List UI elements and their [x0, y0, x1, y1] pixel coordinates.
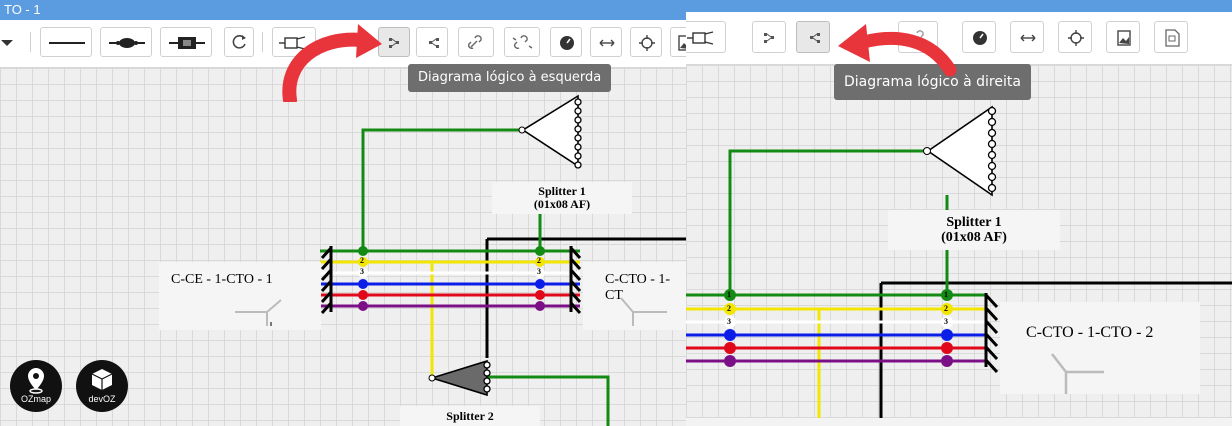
cable-symbol-icon	[1051, 353, 1104, 394]
diagram-left-button[interactable]	[752, 21, 786, 53]
link-button[interactable]	[458, 27, 494, 57]
cto-box-left[interactable]: C-CE - 1-CTO - 1	[159, 262, 321, 330]
splitter-1-shape	[926, 105, 993, 197]
splitter-1-name: Splitter 1	[538, 184, 586, 198]
fiber-number: 1	[727, 290, 731, 299]
horizontal-arrows-icon	[599, 39, 615, 47]
map-pin-icon	[28, 368, 44, 394]
cable-symbol-icon	[235, 299, 282, 326]
pdf-button[interactable]	[1154, 21, 1188, 53]
diagram-left-icon	[764, 33, 774, 43]
cto-box-right-title: C-CTO - 1-CTO - 2	[1026, 324, 1154, 341]
cable-symbol-icon	[620, 297, 667, 326]
dropdown-chevron-icon[interactable]	[0, 36, 14, 50]
draw-line-button[interactable]	[40, 27, 92, 57]
diagram-canvas[interactable]: 2 3 2 3 Splitter 1 (01x08 AF) C-CE - 1-C…	[0, 68, 686, 426]
gauge-button[interactable]	[550, 27, 582, 57]
image-button[interactable]	[670, 27, 686, 57]
diagram-right-button[interactable]	[416, 27, 448, 57]
window-title: TO - 1	[0, 0, 686, 20]
gauge-icon	[973, 31, 987, 45]
left-screenshot-panel: TO - 1 2 3 2 3 Splitter 1 (01x08 AF) C-C…	[0, 0, 686, 426]
image-icon	[1117, 30, 1131, 46]
splitter-2-name: Splitter 2	[446, 409, 494, 423]
splitter-2-shape	[429, 359, 488, 397]
image-icon	[678, 35, 686, 51]
gauge-button[interactable]	[962, 21, 996, 53]
crosshair-icon	[639, 35, 655, 51]
diagram-right-button[interactable]	[796, 21, 830, 53]
cto-box-right[interactable]: C-CTO - 1-CTO - 2	[1000, 302, 1200, 394]
cube-icon	[91, 369, 113, 390]
tooltip-diagram-left: Diagrama lógico à esquerda	[408, 64, 612, 92]
splitter-2-label-box: Splitter 2	[400, 406, 540, 426]
fiber-number: 3	[727, 317, 731, 326]
horizontal-arrows-button[interactable]	[590, 27, 622, 57]
splitter-1-ratio: (01x08 AF)	[533, 197, 591, 211]
devoz-logo: devOZ	[76, 360, 128, 412]
fiber-connector-button[interactable]	[100, 27, 152, 57]
pdf-icon	[1165, 29, 1180, 47]
plug-button[interactable]	[686, 21, 726, 53]
horizontal-arrows-icon	[1020, 34, 1036, 42]
ozmap-logo: OZmap	[10, 360, 62, 412]
red-arrow-annotation	[282, 24, 382, 102]
unlink-icon	[512, 35, 533, 49]
gauge-icon	[560, 36, 574, 50]
cable-connector-button[interactable]	[160, 27, 212, 57]
fiber-number: 2	[537, 256, 541, 265]
refresh-icon	[232, 35, 246, 49]
red-arrow-annotation	[838, 24, 957, 77]
splitter-1-ratio: (01x08 AF)	[941, 230, 1007, 245]
fiber-number: 2	[360, 256, 364, 265]
right-screenshot-panel: 1 2 3 1 2 3 Splitter 1 (01x08 AF) C-CTO …	[686, 0, 1232, 426]
cto-box-right[interactable]: C-CTO - 1-CT	[583, 262, 686, 330]
splitter-1-shape	[521, 94, 579, 168]
fiber-number: 3	[537, 267, 541, 276]
crosshair-button[interactable]	[1058, 21, 1092, 53]
fiber-dot	[358, 246, 368, 256]
yellow-fiber-path	[363, 260, 434, 378]
fiber-number: 3	[360, 267, 364, 276]
diagram-right-icon	[810, 33, 820, 43]
fiber-number: 2	[727, 304, 731, 313]
crosshair-button[interactable]	[630, 27, 662, 57]
link-icon	[468, 35, 482, 49]
window-titlebar	[686, 0, 1232, 12]
fiber-number: 2	[944, 304, 948, 313]
horizontal-arrows-button[interactable]	[1010, 21, 1044, 53]
splitter-1-label-box: Splitter 1 (01x08 AF)	[888, 210, 1060, 250]
plug-icon	[687, 31, 714, 45]
diagram-right-icon	[429, 38, 439, 48]
refresh-button[interactable]	[224, 27, 254, 57]
splitter-1-name: Splitter 1	[946, 215, 1002, 230]
image-button[interactable]	[1106, 21, 1140, 53]
line-icon	[49, 42, 85, 44]
fiber-number: 1	[944, 290, 948, 299]
fiber-number: 3	[944, 317, 948, 326]
cable-connector-icon	[169, 37, 205, 49]
splitter-1-label-box: Splitter 1 (01x08 AF)	[492, 182, 632, 214]
diagram-canvas[interactable]: 1 2 3 1 2 3 Splitter 1 (01x08 AF) C-CTO …	[686, 65, 1232, 418]
crosshair-icon	[1068, 30, 1084, 46]
unlink-button[interactable]	[504, 27, 540, 57]
fiber-connector-icon	[109, 38, 145, 48]
